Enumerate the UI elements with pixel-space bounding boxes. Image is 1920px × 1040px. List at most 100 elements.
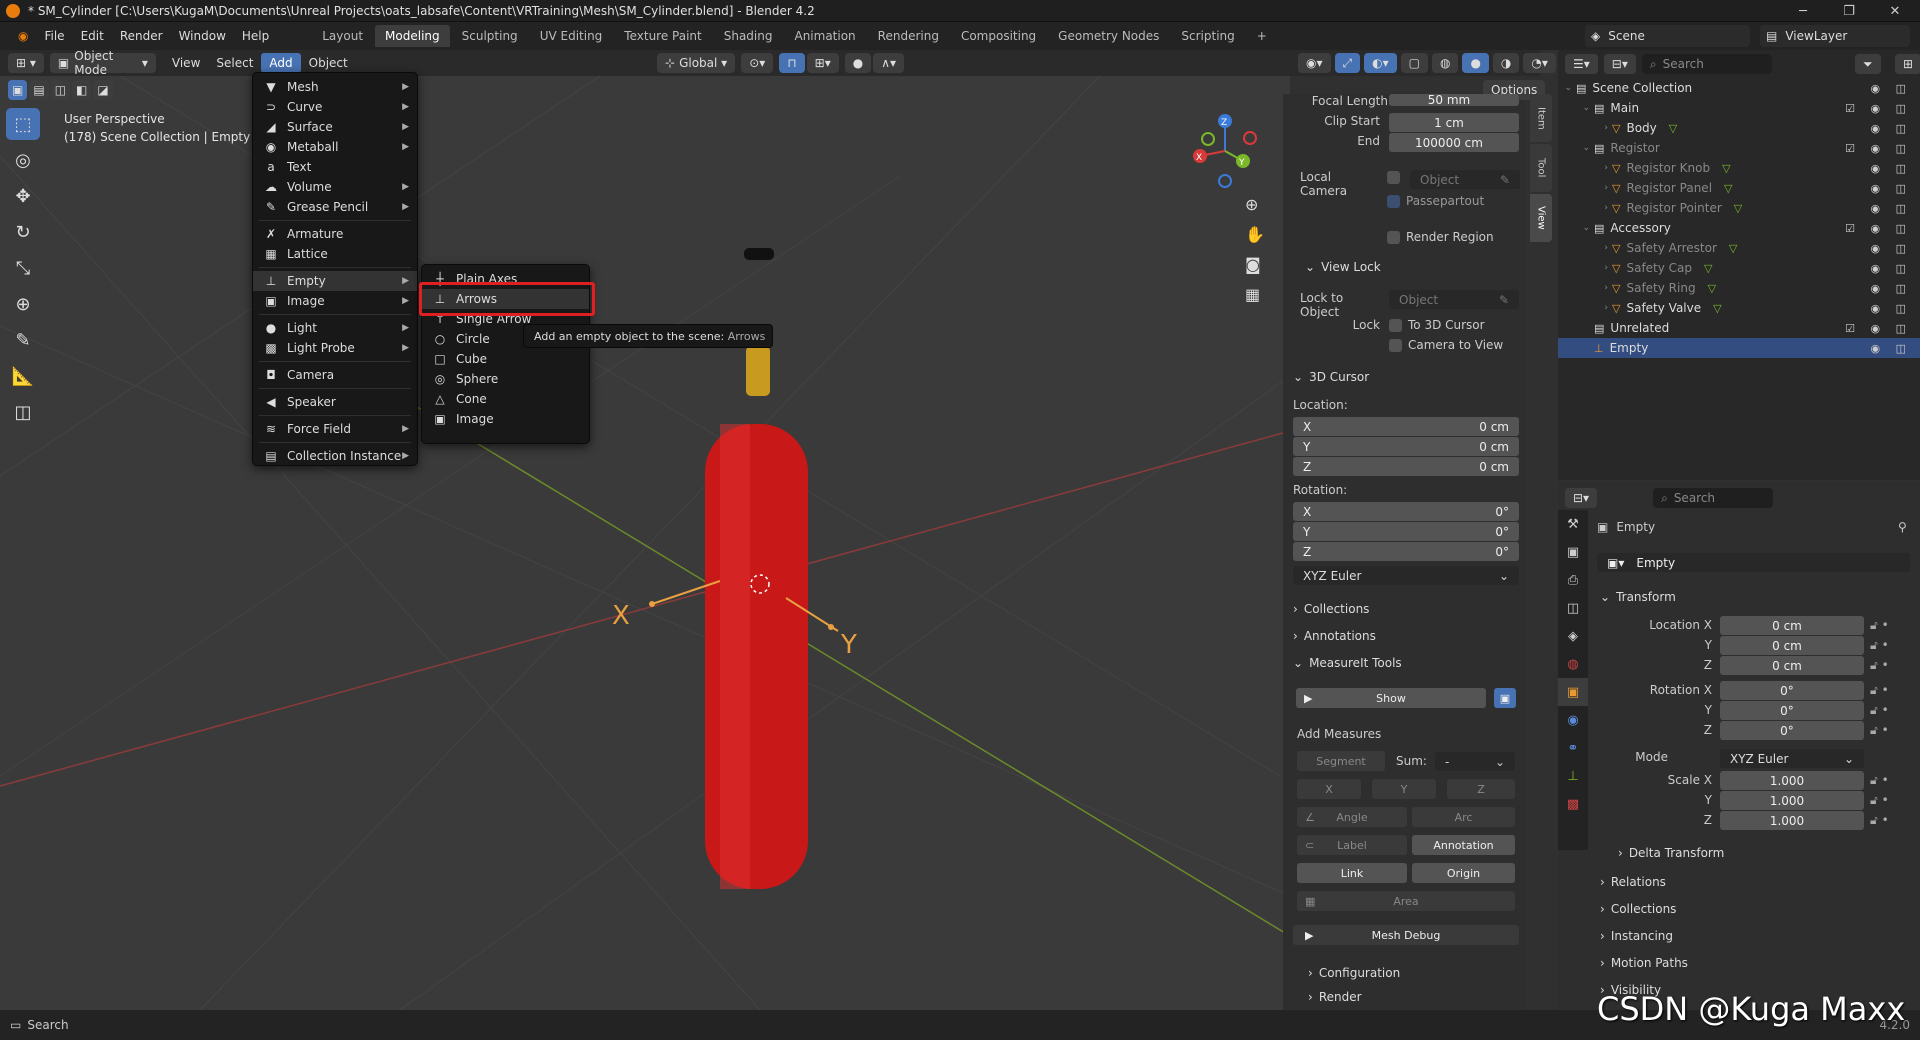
proportional-edit-icon[interactable]: ● xyxy=(844,53,872,73)
cursor-location-y-field[interactable]: Y 0 cm xyxy=(1293,437,1519,456)
editor-type-button[interactable]: ⊞ ▾ xyxy=(8,53,44,73)
local-camera-field[interactable]: Object ✎ xyxy=(1410,170,1520,189)
visibility-toggle-icons[interactable]: ◉ ◫ xyxy=(1871,242,1913,255)
perspective-grid-icon[interactable]: ▦ xyxy=(1245,285,1260,304)
chevron-right-icon[interactable]: › xyxy=(1558,163,1612,173)
outliner-row-registor-pointer[interactable]: › ▽ Registor Pointer ▽ ◉ ◫ xyxy=(1558,198,1920,218)
mesh-data-icon[interactable]: ▽ xyxy=(1669,122,1677,135)
menu-help[interactable]: Help xyxy=(234,26,277,46)
menu-file[interactable]: File xyxy=(36,26,72,46)
visibility-toggle-icons[interactable]: ☑ ◉ ◫ xyxy=(1845,142,1912,155)
world-tab-icon[interactable]: ◍ xyxy=(1558,650,1588,678)
mesh-data-icon[interactable]: ▽ xyxy=(1729,242,1737,255)
falloff-icon[interactable]: ∧▾ xyxy=(873,53,905,73)
object-datablock-field[interactable]: ▣▾ Empty xyxy=(1597,553,1910,572)
arc-button[interactable]: Arc xyxy=(1412,807,1515,827)
mesh-data-icon[interactable]: ▽ xyxy=(1734,202,1742,215)
to-3d-cursor-checkbox[interactable]: To 3D Cursor xyxy=(1389,318,1485,332)
outliner-row-safety-cap[interactable]: › ▽ Safety Cap ▽ ◉ ◫ xyxy=(1558,258,1920,278)
filter-icon[interactable]: ⏷ xyxy=(1855,54,1881,74)
outliner-row-safety-valve[interactable]: › ▽ Safety Valve ▽ ◉ ◫ xyxy=(1558,298,1920,318)
cursor-location-x-field[interactable]: X 0 cm xyxy=(1293,417,1519,436)
cursor-rotation-z-field[interactable]: Z 0° xyxy=(1293,542,1519,561)
properties-search-input[interactable]: ⌕ Search xyxy=(1653,488,1774,508)
origin-button[interactable]: Origin xyxy=(1412,863,1515,883)
properties-rotation-mode-dropdown[interactable]: XYZ Euler ⌄ xyxy=(1720,749,1864,768)
measureit-show-button[interactable]: ▶ Show xyxy=(1296,688,1486,708)
add-menu-item-image[interactable]: ▣ Image ▶ xyxy=(253,291,417,311)
select-intersect-icon[interactable]: ◪ xyxy=(93,80,113,100)
pan-hand-icon[interactable]: ✋ xyxy=(1245,225,1265,244)
tab-scripting[interactable]: Scripting xyxy=(1171,25,1244,47)
lock-icon[interactable]: 🔓︎ • xyxy=(1870,683,1889,698)
add-menu-item-armature[interactable]: ✗ Armature xyxy=(253,224,417,244)
eyedropper-icon[interactable]: ✎ xyxy=(1500,173,1510,187)
maximize-icon[interactable]: ❐ xyxy=(1826,0,1872,22)
lock-icon[interactable]: 🔓︎ • xyxy=(1870,618,1889,633)
viewport-menu-object[interactable]: Object xyxy=(301,53,356,73)
zoom-icon[interactable]: ⊕ xyxy=(1245,195,1258,214)
minimize-icon[interactable]: ─ xyxy=(1780,0,1826,22)
outliner-row-unrelated[interactable]: ▤ Unrelated ☑ ◉ ◫ xyxy=(1558,318,1920,338)
mesh-data-icon[interactable]: ▽ xyxy=(1724,182,1732,195)
visibility-toggle-icons[interactable]: ☑ ◉ ◫ xyxy=(1845,222,1912,235)
tab-uv-editing[interactable]: UV Editing xyxy=(530,25,613,47)
tab-shading[interactable]: Shading xyxy=(714,25,783,47)
close-icon[interactable]: ✕ xyxy=(1872,0,1918,22)
add-menu-item-force-field[interactable]: ≋ Force Field ▶ xyxy=(253,419,417,439)
viewlayer-selector[interactable]: ▤ ViewLayer xyxy=(1760,25,1910,47)
outliner-row-registor-knob[interactable]: › ▽ Registor Knob ▽ ◉ ◫ xyxy=(1558,158,1920,178)
add-menu-item-curve[interactable]: ⊃ Curve ▶ xyxy=(253,97,417,117)
camera-view-icon[interactable]: ◙ xyxy=(1245,255,1261,274)
scale-field[interactable]: 1.000 xyxy=(1720,811,1864,830)
scale-icon[interactable]: ⤡ xyxy=(6,252,40,284)
properties-editor-icon[interactable]: ⊟▾ xyxy=(1565,488,1598,508)
render-section[interactable]: › Render xyxy=(1308,990,1362,1004)
label-button[interactable]: ⊂ Label xyxy=(1297,835,1407,855)
tab-compositing[interactable]: Compositing xyxy=(951,25,1046,47)
add-menu-item-light-probe[interactable]: ▩ Light Probe ▶ xyxy=(253,338,417,358)
add-menu-item-speaker[interactable]: ◀ Speaker xyxy=(253,392,417,412)
sum-dropdown[interactable]: - ⌄ xyxy=(1435,752,1515,771)
visibility-toggle-icons[interactable]: ◉ ◫ xyxy=(1871,122,1913,135)
link-button[interactable]: Link xyxy=(1297,863,1407,883)
viewport-menu-add[interactable]: Add xyxy=(261,53,301,73)
add-menu-item-grease-pencil[interactable]: ✎ Grease Pencil ▶ xyxy=(253,197,417,217)
visibility-toggle-icons[interactable]: ◉ ◫ xyxy=(1871,302,1913,315)
angle-button[interactable]: ∠ Angle xyxy=(1297,807,1407,827)
empty-menu-item-image[interactable]: ▣ Image xyxy=(422,409,589,429)
viewport-menu-select[interactable]: Select xyxy=(208,53,261,73)
measureit-section[interactable]: ⌄ MeasureIt Tools xyxy=(1293,656,1402,670)
overlay-toggle-icon[interactable]: ◐▾ xyxy=(1364,53,1397,73)
tab-rendering[interactable]: Rendering xyxy=(868,25,949,47)
sidebar-tab-item[interactable]: Item xyxy=(1530,94,1552,142)
chevron-down-icon[interactable]: ⌄ xyxy=(1558,103,1594,113)
focal-length-field[interactable]: 50 mm xyxy=(1389,94,1519,106)
visibility-toggle-icons[interactable]: ◉ ◫ xyxy=(1871,262,1913,275)
lock-icon[interactable]: 🔓︎ • xyxy=(1870,773,1889,788)
location-field[interactable]: 0 cm xyxy=(1720,636,1864,655)
outliner-row-empty[interactable]: ⊥ Empty ◉ ◫ xyxy=(1558,338,1920,358)
outliner-row-accessory[interactable]: ⌄ ▤ Accessory ☑ ◉ ◫ xyxy=(1558,218,1920,238)
3d-cursor-section[interactable]: ⌄ 3D Cursor xyxy=(1293,370,1369,384)
rotation-field[interactable]: 0° xyxy=(1720,681,1864,700)
shading-rendered-icon[interactable]: ◔▾ xyxy=(1523,53,1556,73)
add-menu-item-camera[interactable]: ◘ Camera xyxy=(253,365,417,385)
measure-icon[interactable]: 📐 xyxy=(6,360,40,392)
transform-icon[interactable]: ⊕ xyxy=(6,288,40,320)
chevron-right-icon[interactable]: › xyxy=(1558,263,1612,273)
passepartout-checkbox[interactable]: Passepartout xyxy=(1387,194,1484,208)
object-tab-icon[interactable]: ▣ xyxy=(1558,678,1588,706)
view-layer-tab-icon[interactable]: ◫ xyxy=(1558,594,1588,622)
viewport-menu-view[interactable]: View xyxy=(164,53,208,73)
lock-icon[interactable]: 🔓︎ • xyxy=(1870,703,1889,718)
tab-geometry-nodes[interactable]: Geometry Nodes xyxy=(1048,25,1169,47)
area-button[interactable]: ▦ Area xyxy=(1297,891,1515,911)
3d-viewport[interactable]: X Y Z X Y ⊕ ✋ ◙ ▦ xyxy=(0,76,1290,1010)
mesh-data-icon[interactable]: ▽ xyxy=(1708,282,1716,295)
visibility-toggle-icons[interactable]: ◉ ◫ xyxy=(1871,162,1913,175)
select-extend-icon[interactable]: ▤ xyxy=(29,80,49,100)
empty-menu-item-cube[interactable]: □ Cube xyxy=(422,349,589,369)
tab-animation[interactable]: Animation xyxy=(784,25,865,47)
menu-render[interactable]: Render xyxy=(112,26,171,46)
